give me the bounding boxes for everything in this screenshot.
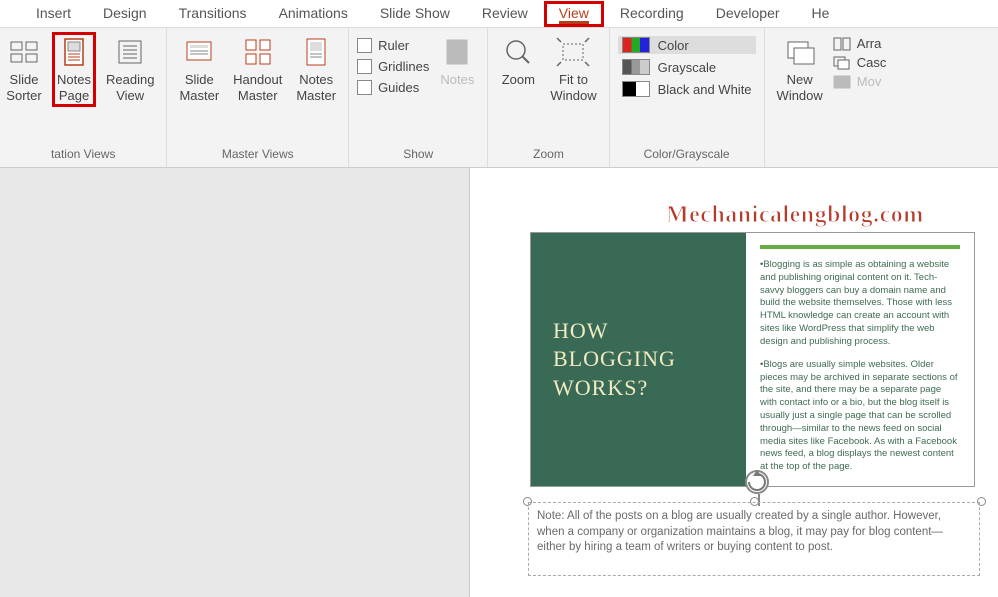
reading-view-button[interactable]: Reading View [102,32,158,107]
notes-page-button[interactable]: Notes Page [52,32,96,107]
slide-master-label: Slide Master [179,72,219,103]
thumbnail-pane[interactable] [0,168,470,597]
tab-review[interactable]: Review [466,1,544,27]
group-label-color: Color/Grayscale [644,144,730,165]
zoom-button[interactable]: Zoom [496,32,540,92]
fit-label: Fit to Window [550,72,596,103]
slide-preview[interactable]: HOW BLOGGING WORKS? •Blogging is as simp… [530,232,975,487]
slide-sorter-icon [8,36,40,68]
zoom-icon [502,36,534,68]
checkbox-icon [357,80,372,95]
new-window-button[interactable]: New Window [773,32,827,107]
editor-area: Mechanicalengblog.com HOW BLOGGING WORKS… [0,168,998,597]
color-swatch-icon [622,37,650,53]
slide-content-panel: •Blogging is as simple as obtaining a we… [746,233,974,486]
watermark-text: Mechanicalengblog.com [666,202,924,229]
cascade-label: Casc [857,55,887,70]
guides-label: Guides [378,80,419,95]
tab-recording[interactable]: Recording [604,1,700,27]
reading-view-icon [114,36,146,68]
tab-insert[interactable]: Insert [20,1,87,27]
notes-page-canvas[interactable]: Mechanicalengblog.com HOW BLOGGING WORKS… [470,168,998,597]
accent-bar [760,245,960,249]
group-window: New Window Arra Casc Mov [765,28,895,167]
slide-title: HOW BLOGGING WORKS? [553,317,724,403]
slide-sorter-label: Slide Sorter [6,72,41,103]
bw-swatch-icon [622,81,650,97]
fit-to-window-button[interactable]: Fit to Window [546,32,600,107]
tab-developer[interactable]: Developer [700,1,796,27]
cascade-icon [833,56,851,70]
arrange-label: Arra [857,36,882,51]
rotate-icon [745,470,769,494]
bw-label: Black and White [658,82,752,97]
gridlines-checkbox[interactable]: Gridlines [357,59,429,74]
group-label-presentation-views: tation Views [51,144,115,165]
notes-page-icon [58,36,90,68]
tab-transitions[interactable]: Transitions [163,1,263,27]
notes-icon [441,36,473,68]
notes-master-button[interactable]: Notes Master [292,32,340,107]
checkbox-icon [357,38,372,53]
color-button[interactable]: Color [618,36,756,54]
ribbon-tabs: Insert Design Transitions Animations Sli… [0,0,998,28]
notes-master-label: Notes Master [296,72,336,103]
tab-view[interactable]: View [544,1,604,27]
group-color-grayscale: Color Grayscale Black and White Color/Gr… [610,28,765,167]
notes-master-icon [300,36,332,68]
move-label: Mov [857,74,882,89]
group-presentation-views: Slide Sorter Notes Page Reading View tat… [0,28,167,167]
group-master-views: Slide Master Handout Master Notes Master… [167,28,349,167]
handout-master-icon [242,36,274,68]
group-label-show: Show [403,144,433,165]
slide-para-2: •Blogs are usually simple websites. Olde… [760,359,960,474]
move-split-icon [833,75,851,89]
slide-sorter-button[interactable]: Slide Sorter [2,32,46,107]
show-checkboxes: Ruler Gridlines Guides [357,32,429,95]
handout-master-label: Handout Master [233,72,282,103]
zoom-label: Zoom [502,72,535,88]
grayscale-label: Grayscale [658,60,717,75]
tab-animations[interactable]: Animations [263,1,364,27]
bw-button[interactable]: Black and White [618,80,756,98]
rotation-handle[interactable] [745,470,769,494]
group-label-window [828,144,831,165]
checkbox-icon [357,59,372,74]
grayscale-swatch-icon [622,59,650,75]
group-label-master-views: Master Views [222,144,294,165]
notes-text: Note: All of the posts on a blog are usu… [537,510,943,553]
color-label: Color [658,38,689,53]
reading-view-label: Reading View [106,72,154,103]
arrange-icon [833,37,851,51]
slide-title-panel: HOW BLOGGING WORKS? [531,233,746,486]
new-window-icon [784,36,816,68]
ruler-checkbox[interactable]: Ruler [357,38,429,53]
tab-help[interactable]: He [796,1,846,27]
grayscale-button[interactable]: Grayscale [618,58,756,76]
group-label-zoom: Zoom [533,144,564,165]
new-window-label: New Window [777,72,823,103]
slide-master-icon [183,36,215,68]
tab-design[interactable]: Design [87,1,163,27]
notes-button: Notes [435,32,479,92]
ruler-label: Ruler [378,38,409,53]
group-show: Ruler Gridlines Guides Notes Show [349,28,488,167]
notes-page-label: Notes Page [57,72,91,103]
notes-textbox[interactable]: Note: All of the posts on a blog are usu… [528,502,980,576]
arrange-all-button[interactable]: Arra [833,36,887,51]
gridlines-label: Gridlines [378,59,429,74]
handout-master-button[interactable]: Handout Master [229,32,286,107]
tab-slideshow[interactable]: Slide Show [364,1,466,27]
fit-window-icon [555,36,591,68]
slide-master-button[interactable]: Slide Master [175,32,223,107]
slide-para-1: •Blogging is as simple as obtaining a we… [760,259,960,349]
cascade-button[interactable]: Casc [833,55,887,70]
guides-checkbox[interactable]: Guides [357,80,429,95]
notes-btn-label: Notes [440,72,474,88]
ribbon: Slide Sorter Notes Page Reading View tat… [0,28,998,168]
move-split-button: Mov [833,74,887,89]
group-zoom: Zoom Fit to Window Zoom [488,28,609,167]
